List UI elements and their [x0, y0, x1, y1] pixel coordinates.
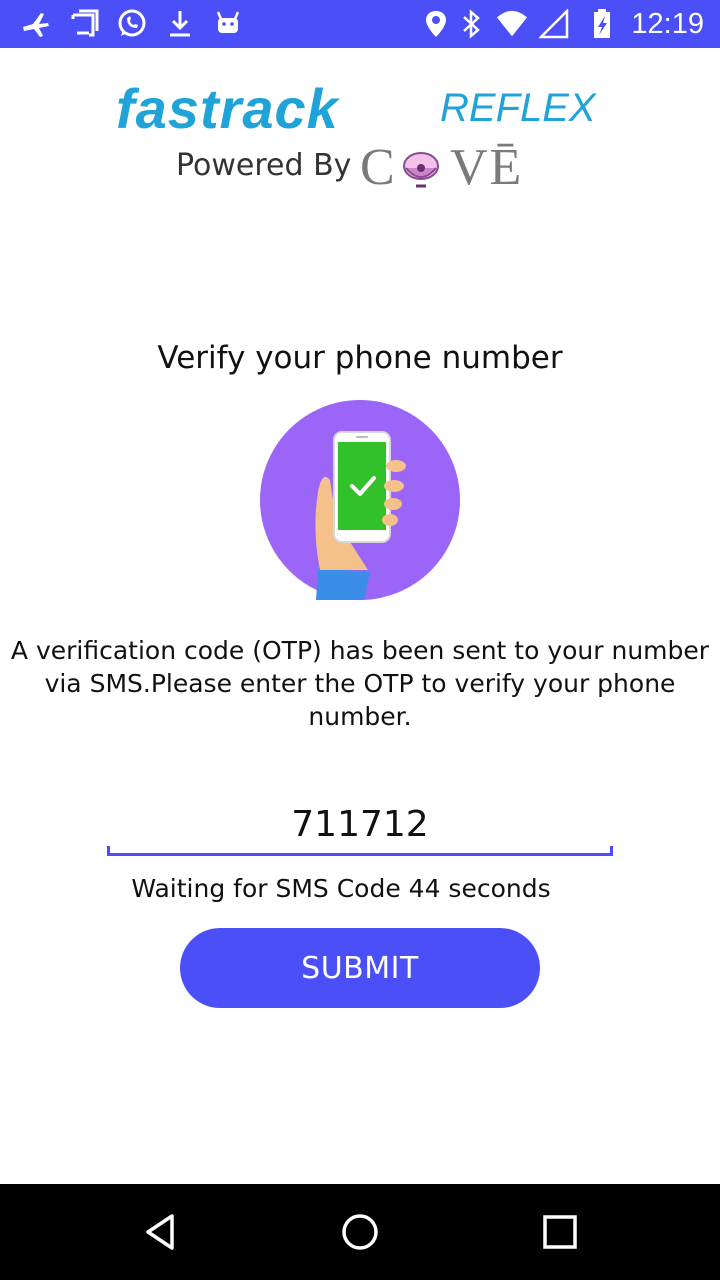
signal-icon	[538, 8, 570, 40]
phone-verified-illustration	[260, 400, 460, 600]
otp-info-text: A verification code (OTP) has been sent …	[10, 636, 710, 731]
bluetooth-icon	[456, 8, 488, 40]
wifi-icon	[496, 8, 528, 40]
whatsapp-icon	[116, 8, 148, 40]
app-logo: fastrack REFLEX Powered By C VĒ	[110, 76, 610, 196]
status-clock: 12:19	[631, 8, 704, 40]
verify-phone-screen: 12:19 fastrack REFLEX Powered By C VĒ Ve…	[0, 0, 720, 1280]
logo-cove-right: VĒ	[450, 139, 524, 196]
location-icon	[420, 8, 452, 40]
download-icon	[164, 8, 196, 40]
navigation-bar	[0, 1184, 720, 1280]
otp-field-container	[107, 796, 613, 856]
sms-wait-status: Waiting for SMS Code 44 seconds	[131, 874, 551, 903]
battery-icon	[586, 8, 618, 40]
status-bar: 12:19	[0, 0, 720, 48]
otp-underline	[107, 846, 613, 856]
android-icon	[212, 8, 244, 40]
logo-brand: fastrack	[116, 77, 339, 140]
cove-emblem-icon	[403, 152, 439, 188]
page-title: Verify your phone number	[157, 340, 563, 376]
airplane-icon	[20, 8, 52, 40]
logo-powered-by: Powered By	[176, 148, 352, 183]
back-icon[interactable]	[136, 1208, 184, 1256]
logo-cove-left: C	[360, 139, 397, 196]
logo-brand-sub: REFLEX	[440, 86, 596, 130]
home-icon[interactable]	[336, 1208, 384, 1256]
otp-input[interactable]	[107, 796, 613, 852]
screenshot-icon	[68, 8, 100, 40]
submit-button[interactable]: SUBMIT	[180, 928, 540, 1008]
recents-icon[interactable]	[536, 1208, 584, 1256]
